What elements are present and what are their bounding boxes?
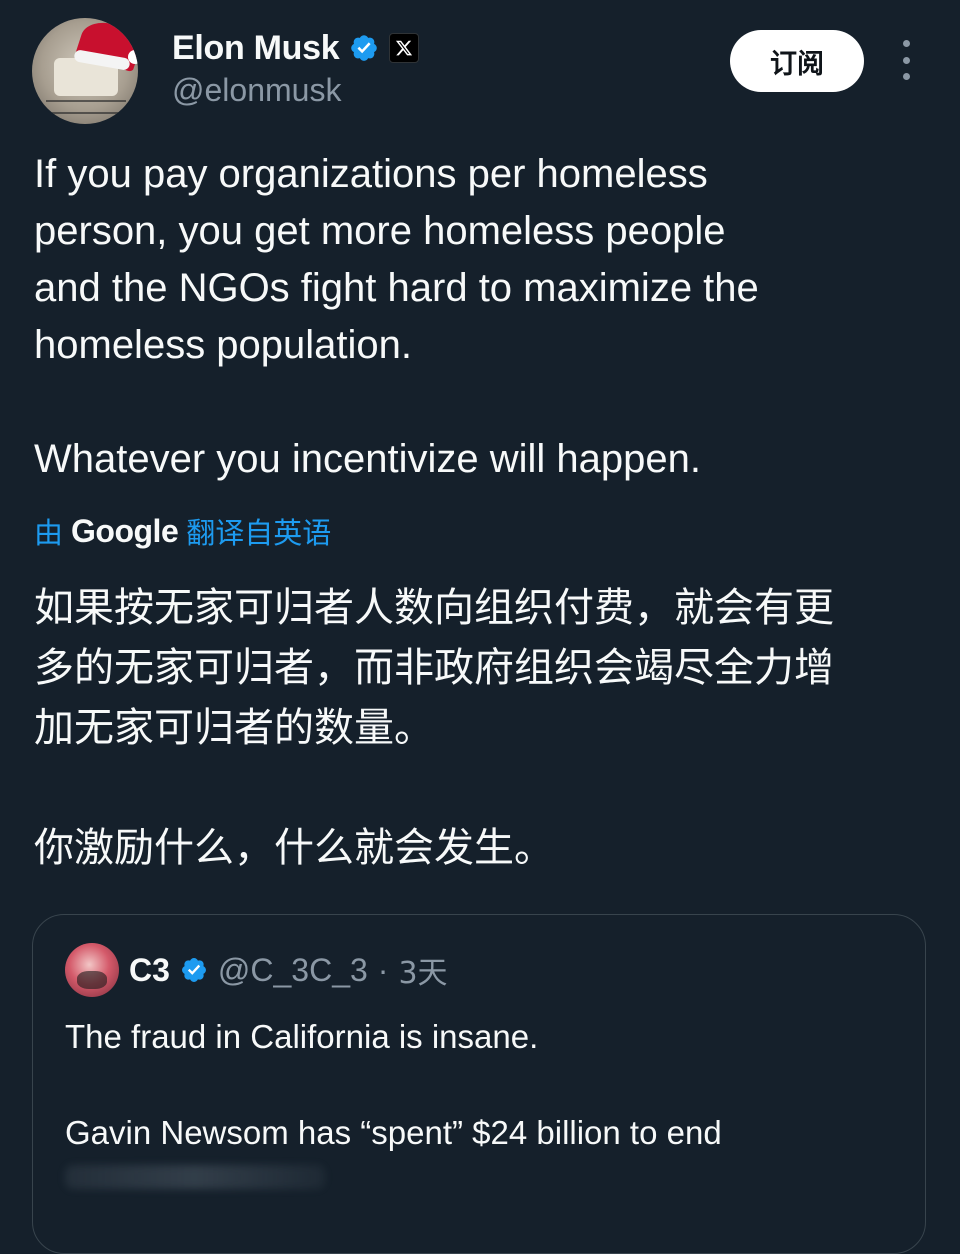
more-dot [902, 73, 910, 80]
x-logo-icon [389, 33, 420, 63]
santa-hat-pom [128, 50, 138, 64]
subscribe-button[interactable]: 订阅 [730, 30, 864, 92]
quoted-tweet-header: C3 @C_3C_3 · 3天 [65, 943, 448, 997]
quoted-text-fade [65, 1165, 325, 1189]
author-handle[interactable]: @elonmusk [172, 72, 341, 109]
quoted-timestamp[interactable]: 3天 [398, 948, 447, 992]
author-display-name[interactable]: Elon Musk [172, 29, 340, 68]
quoted-separator: · [377, 951, 389, 988]
translated-tweet-text: 如果按无家可归者人数向组织付费，就会有更 多的无家可归者，而非政府组织会竭尽全力… [34, 585, 834, 871]
verified-badge-icon [181, 958, 206, 982]
quoted-tweet-card[interactable]: C3 @C_3C_3 · 3天 The fraud in California … [32, 914, 926, 1254]
quoted-author-name[interactable]: C3 [129, 952, 170, 989]
quoted-tweet-text: The fraud in California is insane. Gavin… [65, 1018, 722, 1151]
quoted-author-avatar[interactable] [65, 943, 119, 997]
translation-prefix: 由 [34, 516, 64, 550]
x-logo-glyph-icon [396, 40, 413, 56]
more-dot [902, 40, 910, 47]
translation-provider: Google [71, 512, 179, 549]
translation-attribution[interactable]: 由 Google 翻译自英语 [34, 508, 331, 554]
more-vertical-icon[interactable] [894, 40, 918, 80]
tweet-text: If you pay organizations per homeless pe… [34, 152, 759, 481]
avatar-scribble [46, 100, 126, 114]
verified-badge-icon [351, 35, 378, 61]
translation-source-language[interactable]: 翻译自英语 [186, 510, 331, 552]
author-name-row: Elon Musk [172, 26, 420, 70]
tweet-header: Elon Musk @elonmusk 订阅 [0, 0, 960, 130]
more-dot [902, 56, 910, 64]
quoted-author-handle[interactable]: @C_3C_3 [218, 952, 368, 989]
author-avatar[interactable] [32, 18, 138, 124]
